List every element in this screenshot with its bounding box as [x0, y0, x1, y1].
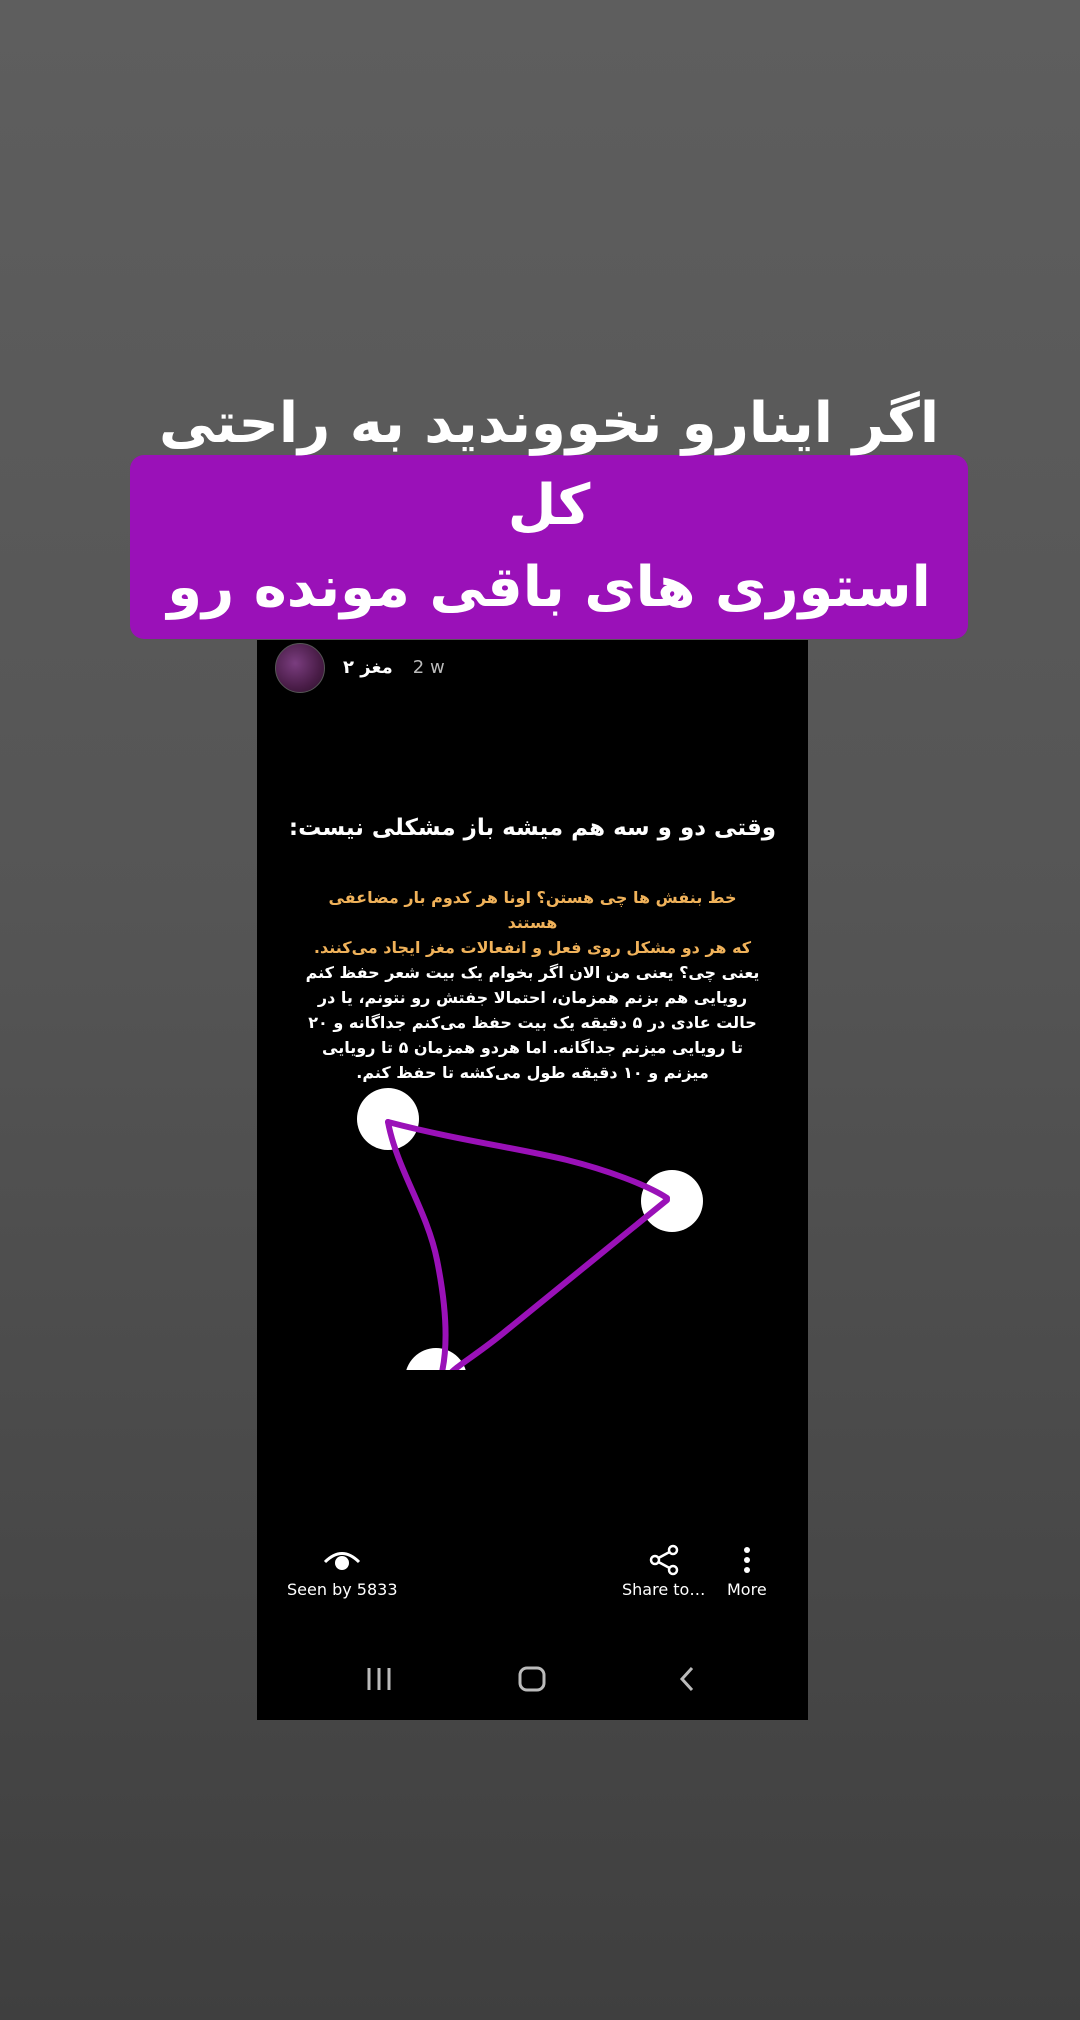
- purple-link: [449, 1197, 670, 1370]
- avatar[interactable]: [275, 642, 325, 693]
- body-line: که هر دو مشکل روی فعل و انفعالات مغز ایج…: [313, 938, 752, 957]
- share-icon: [648, 1540, 680, 1580]
- seen-by-label: Seen by 5833: [287, 1580, 398, 1599]
- post-time: 2 w: [412, 657, 445, 678]
- body-line: رویایی هم بزنم همزمان، احتمالا جفتش رو ن…: [317, 988, 748, 1007]
- more-button[interactable]: More: [727, 1540, 767, 1599]
- share-button[interactable]: Share to…: [622, 1540, 705, 1599]
- system-nav-bar: [257, 1650, 808, 1710]
- more-vertical-icon: [742, 1540, 752, 1580]
- purple-link: [385, 1119, 449, 1370]
- body-line: تا رویایی میزنم جداگانه. اما هردو همزمان…: [322, 1038, 743, 1057]
- body-line: یعنی چی؟ یعنی من الان اگر بخوام یک بیت ش…: [305, 963, 760, 982]
- story-body: خط بنفش ها چی هستن؟ اونا هر کدوم بار مضا…: [302, 885, 763, 1085]
- story-screenshot: مغز ۲ 2 w وقتی دو و سه هم میشه باز مشکلی…: [257, 640, 808, 1720]
- recent-apps-icon[interactable]: [364, 1665, 394, 1697]
- seen-by-button[interactable]: Seen by 5833: [287, 1540, 398, 1599]
- story-header: مغز ۲ 2 w: [275, 640, 445, 695]
- eye-icon: [322, 1540, 362, 1580]
- banner-line-1: اگر اینارو نخووندید به راحتی کل: [158, 391, 940, 538]
- home-icon[interactable]: [517, 1665, 547, 1697]
- node-right: [641, 1170, 703, 1232]
- body-line: حالت عادی در ۵ دقیقه یک بیت حفظ می‌کنم ج…: [308, 1013, 757, 1032]
- username[interactable]: مغز ۲: [343, 657, 393, 678]
- share-label: Share to…: [622, 1580, 706, 1599]
- triangle-diagram: [357, 1088, 703, 1370]
- body-line: خط بنفش ها چی هستن؟ اونا هر کدوم بار مضا…: [328, 888, 737, 932]
- purple-link: [385, 1119, 670, 1201]
- story-title: وقتی دو و سه هم میشه باز مشکلی نیست:: [288, 815, 777, 841]
- more-label: More: [727, 1580, 767, 1599]
- back-icon[interactable]: [677, 1665, 697, 1697]
- headline-banner: اگر اینارو نخووندید به راحتی کل استوری ه…: [130, 391, 968, 702]
- story-actions: Seen by 5833 Share to… More: [257, 1540, 808, 1620]
